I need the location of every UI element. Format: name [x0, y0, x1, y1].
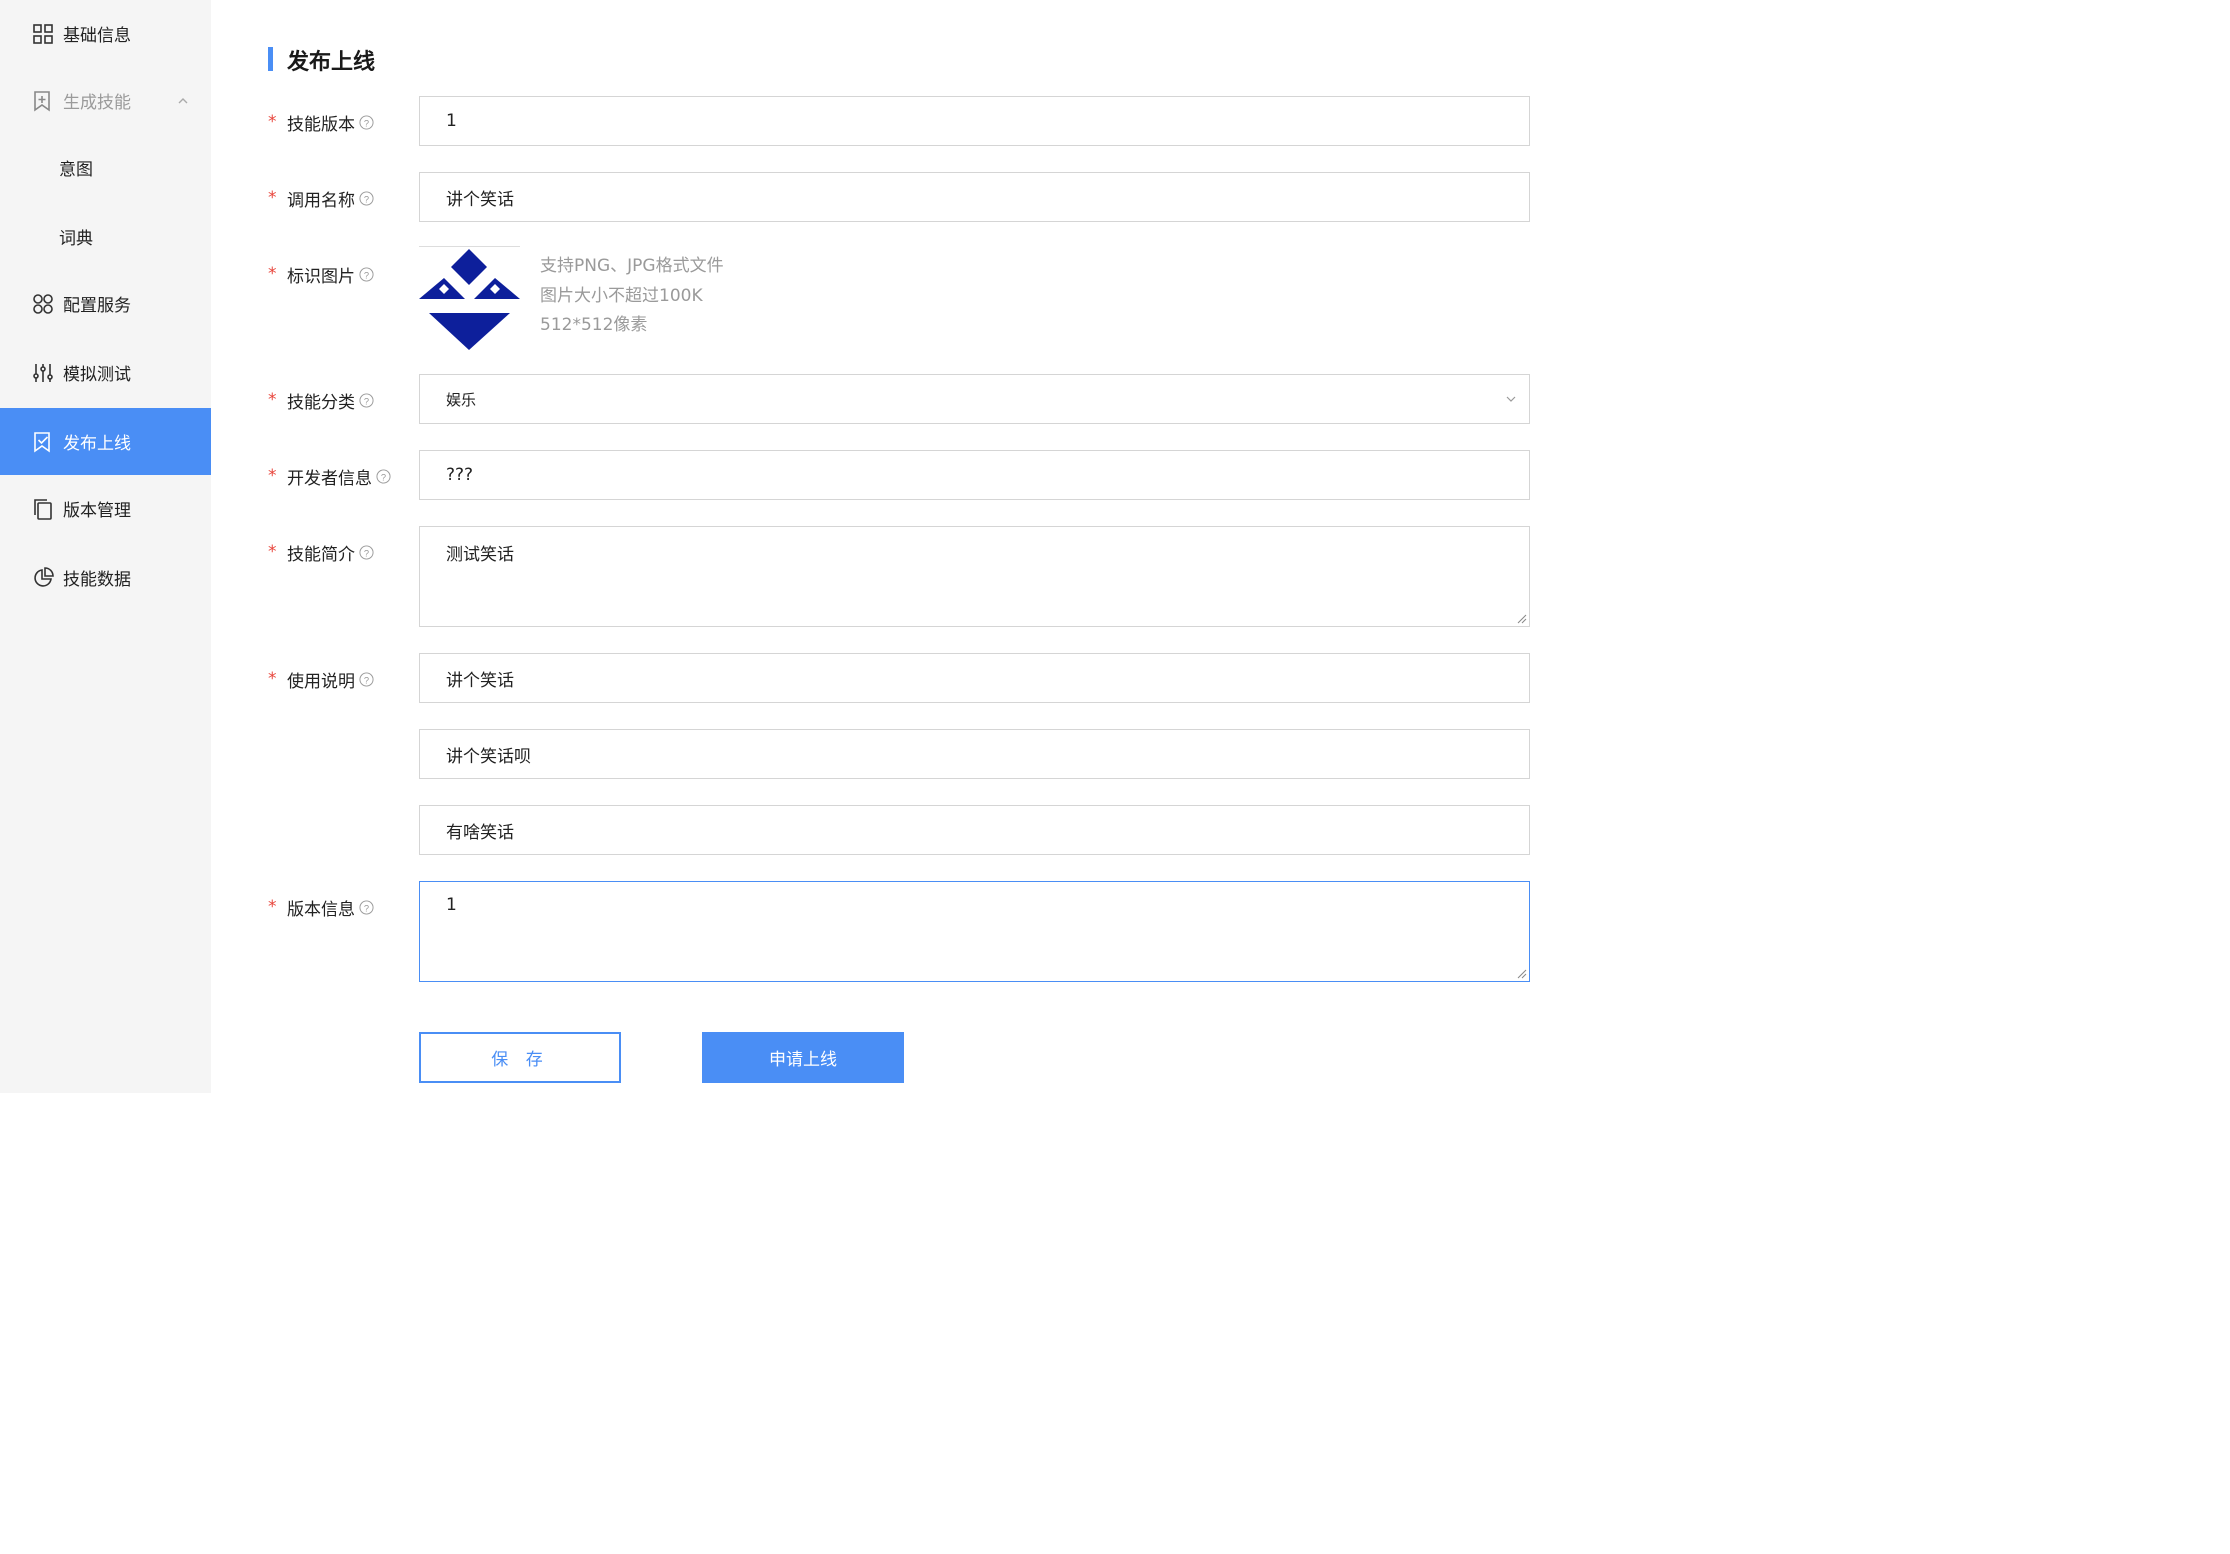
label-skill-version: * 技能版本 ? — [268, 109, 374, 135]
sidebar: 基础信息 生成技能 意图 词典 配置服务 模拟测试 发布上线 版本管理 技能数据 — [0, 0, 211, 1093]
developer-info-input[interactable]: ??? — [419, 450, 1530, 500]
sidebar-item-label: 技能数据 — [63, 570, 131, 590]
usage-input-2[interactable]: 讲个笑话呗 — [419, 729, 1530, 779]
field-label: 技能分类 — [287, 392, 355, 413]
input-value: 讲个笑话 — [446, 670, 514, 691]
sidebar-item-version-management[interactable]: 版本管理 — [0, 475, 211, 542]
copy-icon — [34, 498, 52, 520]
logo-hint-size: 图片大小不超过100K — [540, 286, 703, 306]
usage-input-3[interactable]: 有啥笑话 — [419, 805, 1530, 855]
skill-logo-image[interactable] — [419, 246, 520, 351]
input-value: 1 — [446, 111, 457, 131]
help-icon[interactable]: ? — [359, 544, 374, 560]
svg-text:?: ? — [381, 472, 386, 482]
sidebar-item-label: 版本管理 — [63, 501, 131, 521]
select-value: 娱乐 — [446, 390, 477, 409]
sidebar-item-label: 基础信息 — [63, 26, 131, 46]
required-mark: * — [268, 542, 277, 562]
input-value: 有啥笑话 — [446, 822, 514, 843]
help-icon[interactable]: ? — [359, 899, 374, 915]
input-value: 讲个笑话呗 — [446, 746, 531, 767]
help-icon[interactable]: ? — [359, 114, 374, 130]
svg-text:?: ? — [364, 903, 369, 913]
chevron-up-icon[interactable] — [176, 95, 190, 107]
required-mark: * — [268, 188, 277, 208]
required-mark: * — [268, 112, 277, 132]
section-accent-bar — [268, 47, 273, 71]
save-button[interactable]: 保 存 — [419, 1032, 621, 1083]
label-version-info: * 版本信息 ? — [268, 894, 374, 920]
required-mark: * — [268, 669, 277, 689]
logo-hint-dimensions: 512*512像素 — [540, 315, 648, 335]
sliders-icon — [33, 363, 53, 382]
sidebar-item-label: 生成技能 — [63, 93, 131, 113]
sidebar-item-label: 发布上线 — [63, 434, 131, 454]
field-label: 版本信息 — [287, 899, 355, 920]
required-mark: * — [268, 466, 277, 486]
sidebar-item-config-service[interactable]: 配置服务 — [0, 270, 211, 337]
sidebar-item-publish[interactable]: 发布上线 — [0, 408, 211, 475]
version-info-textarea[interactable]: 1 — [419, 881, 1530, 982]
sidebar-item-basic-info[interactable]: 基础信息 — [0, 0, 211, 67]
field-label: 调用名称 — [287, 190, 355, 211]
required-mark: * — [268, 264, 277, 284]
sidebar-item-skill-data[interactable]: 技能数据 — [0, 544, 211, 611]
help-icon[interactable]: ? — [359, 190, 374, 206]
help-icon[interactable]: ? — [359, 392, 374, 408]
apps-icon — [33, 293, 53, 314]
field-label: 使用说明 — [287, 671, 355, 692]
svg-text:?: ? — [364, 396, 369, 406]
label-developer-info: * 开发者信息 ? — [268, 463, 391, 489]
label-skill-category: * 技能分类 ? — [268, 387, 374, 413]
sidebar-item-label: 模拟测试 — [63, 365, 131, 385]
invoke-name-input[interactable]: 讲个笑话 — [419, 172, 1530, 222]
textarea-value: 1 — [446, 895, 457, 915]
input-value: ??? — [446, 465, 474, 485]
sidebar-item-simulation-test[interactable]: 模拟测试 — [0, 339, 211, 406]
apply-publish-button[interactable]: 申请上线 — [702, 1032, 904, 1083]
skill-intro-textarea[interactable]: 测试笑话 — [419, 526, 1530, 627]
bookmark-plus-icon — [34, 90, 50, 112]
skill-category-select[interactable]: 娱乐 — [419, 374, 1530, 424]
page-title: 发布上线 — [287, 50, 376, 75]
usage-input-1[interactable]: 讲个笑话 — [419, 653, 1530, 703]
logo-hint-format: 支持PNG、JPG格式文件 — [540, 256, 724, 276]
svg-text:?: ? — [364, 194, 369, 204]
sidebar-item-dictionary[interactable]: 词典 — [0, 203, 211, 270]
required-mark: * — [268, 390, 277, 410]
help-icon[interactable]: ? — [376, 468, 391, 484]
pie-chart-icon — [34, 566, 54, 587]
required-mark: * — [268, 897, 277, 917]
label-logo-image: * 标识图片 ? — [268, 261, 374, 287]
field-label: 开发者信息 — [287, 468, 372, 489]
textarea-value: 测试笑话 — [446, 545, 514, 565]
sidebar-item-generate-skill[interactable]: 生成技能 — [0, 67, 211, 134]
help-icon[interactable]: ? — [359, 671, 374, 687]
grid-icon — [33, 23, 53, 44]
svg-text:?: ? — [364, 270, 369, 280]
resize-handle-icon[interactable] — [1515, 612, 1527, 624]
help-icon[interactable]: ? — [359, 266, 374, 282]
label-invoke-name: * 调用名称 ? — [268, 185, 374, 211]
sidebar-item-label: 配置服务 — [63, 296, 131, 316]
svg-text:?: ? — [364, 118, 369, 128]
input-value: 讲个笑话 — [446, 189, 514, 210]
svg-text:?: ? — [364, 675, 369, 685]
svg-text:?: ? — [364, 548, 369, 558]
chevron-down-icon — [1506, 396, 1516, 402]
main-content: 发布上线 * 技能版本 ? 1 * 调用名称 ? 讲个笑话 * 标识图片 ? 支… — [211, 0, 1563, 1093]
label-usage-instructions: * 使用说明 ? — [268, 666, 374, 692]
sidebar-item-label: 意图 — [59, 160, 93, 180]
resize-handle-icon[interactable] — [1515, 967, 1527, 979]
sidebar-item-label: 词典 — [59, 229, 93, 249]
field-label: 标识图片 — [287, 266, 355, 287]
sidebar-item-intent[interactable]: 意图 — [0, 134, 211, 201]
field-label: 技能简介 — [287, 544, 355, 565]
bookmark-check-icon — [34, 431, 50, 453]
field-label: 技能版本 — [287, 114, 355, 135]
skill-version-input[interactable]: 1 — [419, 96, 1530, 146]
label-skill-intro: * 技能简介 ? — [268, 539, 374, 565]
